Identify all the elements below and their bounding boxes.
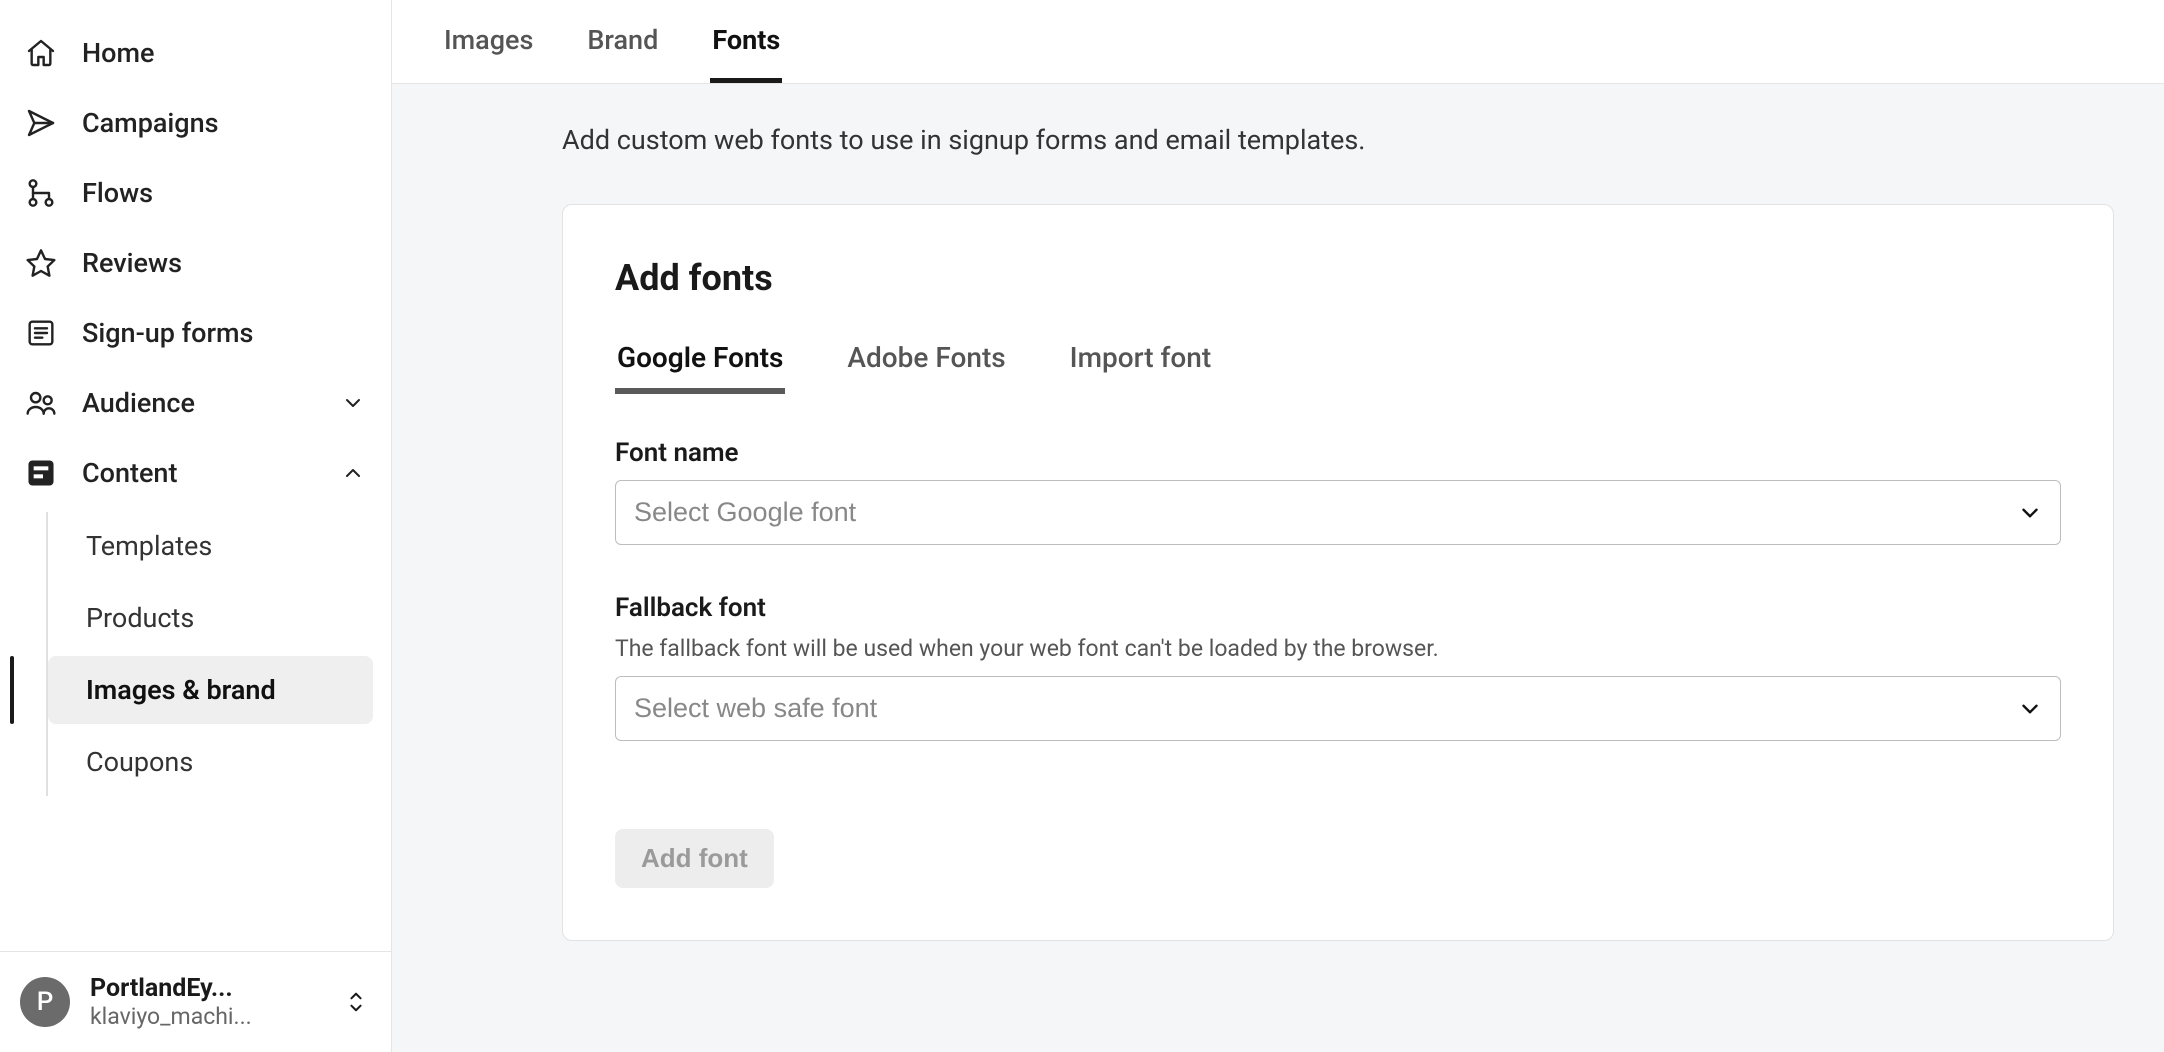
fallback-font-help: The fallback font will be used when your…	[615, 635, 2061, 662]
audience-icon	[24, 386, 58, 420]
flows-icon	[24, 176, 58, 210]
sidebar-item-reviews[interactable]: Reviews	[10, 228, 381, 298]
top-tabs: Images Brand Fonts	[392, 0, 2164, 84]
main: Images Brand Fonts Add custom web fonts …	[392, 0, 2164, 1052]
sidebar-subitem-images-brand[interactable]: Images & brand	[48, 656, 373, 724]
font-name-field: Font name Select Google font	[615, 438, 2061, 545]
font-name-select[interactable]: Select Google font	[615, 480, 2061, 545]
sidebar: Home Campaigns Flows Reviews Sign-up for	[0, 0, 392, 1052]
tab-brand[interactable]: Brand	[585, 0, 660, 83]
home-icon	[24, 36, 58, 70]
add-font-button[interactable]: Add font	[615, 829, 774, 888]
avatar: P	[20, 977, 70, 1027]
font-name-label: Font name	[615, 438, 2061, 468]
sidebar-item-label: Reviews	[82, 247, 367, 279]
chevron-down-icon	[339, 389, 367, 417]
fallback-font-select[interactable]: Select web safe font	[615, 676, 2061, 741]
fallback-font-field: Fallback font The fallback font will be …	[615, 593, 2061, 741]
chevron-up-icon	[339, 459, 367, 487]
account-switcher[interactable]: P PortlandEy... klaviyo_machi...	[0, 951, 391, 1052]
sidebar-item-campaigns[interactable]: Campaigns	[10, 88, 381, 158]
font-source-tabs: Google Fonts Adobe Fonts Import font	[615, 327, 2061, 394]
form-icon	[24, 316, 58, 350]
card-title: Add fonts	[615, 257, 2061, 299]
account-text: PortlandEy... klaviyo_machi...	[90, 974, 321, 1030]
sidebar-item-label: Flows	[82, 177, 367, 209]
sidebar-item-label: Audience	[82, 387, 315, 419]
sidebar-subnav-content: Templates Products Images & brand Coupon…	[46, 512, 381, 796]
account-name: PortlandEy...	[90, 974, 321, 1003]
sidebar-item-content[interactable]: Content	[10, 438, 381, 508]
fallback-font-label: Fallback font	[615, 593, 2061, 623]
sidebar-subitem-templates[interactable]: Templates	[48, 512, 373, 580]
star-icon	[24, 246, 58, 280]
content-area: Add custom web fonts to use in signup fo…	[392, 84, 2164, 1052]
sidebar-item-signup-forms[interactable]: Sign-up forms	[10, 298, 381, 368]
sidebar-item-label: Home	[82, 37, 367, 69]
send-icon	[24, 106, 58, 140]
sidebar-subitem-coupons[interactable]: Coupons	[48, 728, 373, 796]
sidebar-nav: Home Campaigns Flows Reviews Sign-up for	[0, 0, 391, 951]
sidebar-item-home[interactable]: Home	[10, 18, 381, 88]
font-name-select-wrap: Select Google font	[615, 480, 2061, 545]
content-icon	[24, 456, 58, 490]
page-intro: Add custom web fonts to use in signup fo…	[562, 124, 2114, 156]
add-fonts-card: Add fonts Google Fonts Adobe Fonts Impor…	[562, 204, 2114, 941]
sidebar-subitem-products[interactable]: Products	[48, 584, 373, 652]
tab-google-fonts[interactable]: Google Fonts	[615, 327, 785, 394]
tab-fonts[interactable]: Fonts	[710, 0, 782, 83]
sidebar-item-flows[interactable]: Flows	[10, 158, 381, 228]
tab-adobe-fonts[interactable]: Adobe Fonts	[845, 327, 1007, 394]
tab-import-font[interactable]: Import font	[1068, 327, 1214, 394]
sidebar-item-label: Sign-up forms	[82, 317, 367, 349]
account-subtext: klaviyo_machi...	[90, 1003, 321, 1030]
sidebar-item-label: Content	[82, 457, 315, 489]
sidebar-item-label: Campaigns	[82, 107, 367, 139]
fallback-font-select-wrap: Select web safe font	[615, 676, 2061, 741]
updown-icon	[341, 988, 371, 1016]
tab-images[interactable]: Images	[442, 0, 535, 83]
sidebar-item-audience[interactable]: Audience	[10, 368, 381, 438]
